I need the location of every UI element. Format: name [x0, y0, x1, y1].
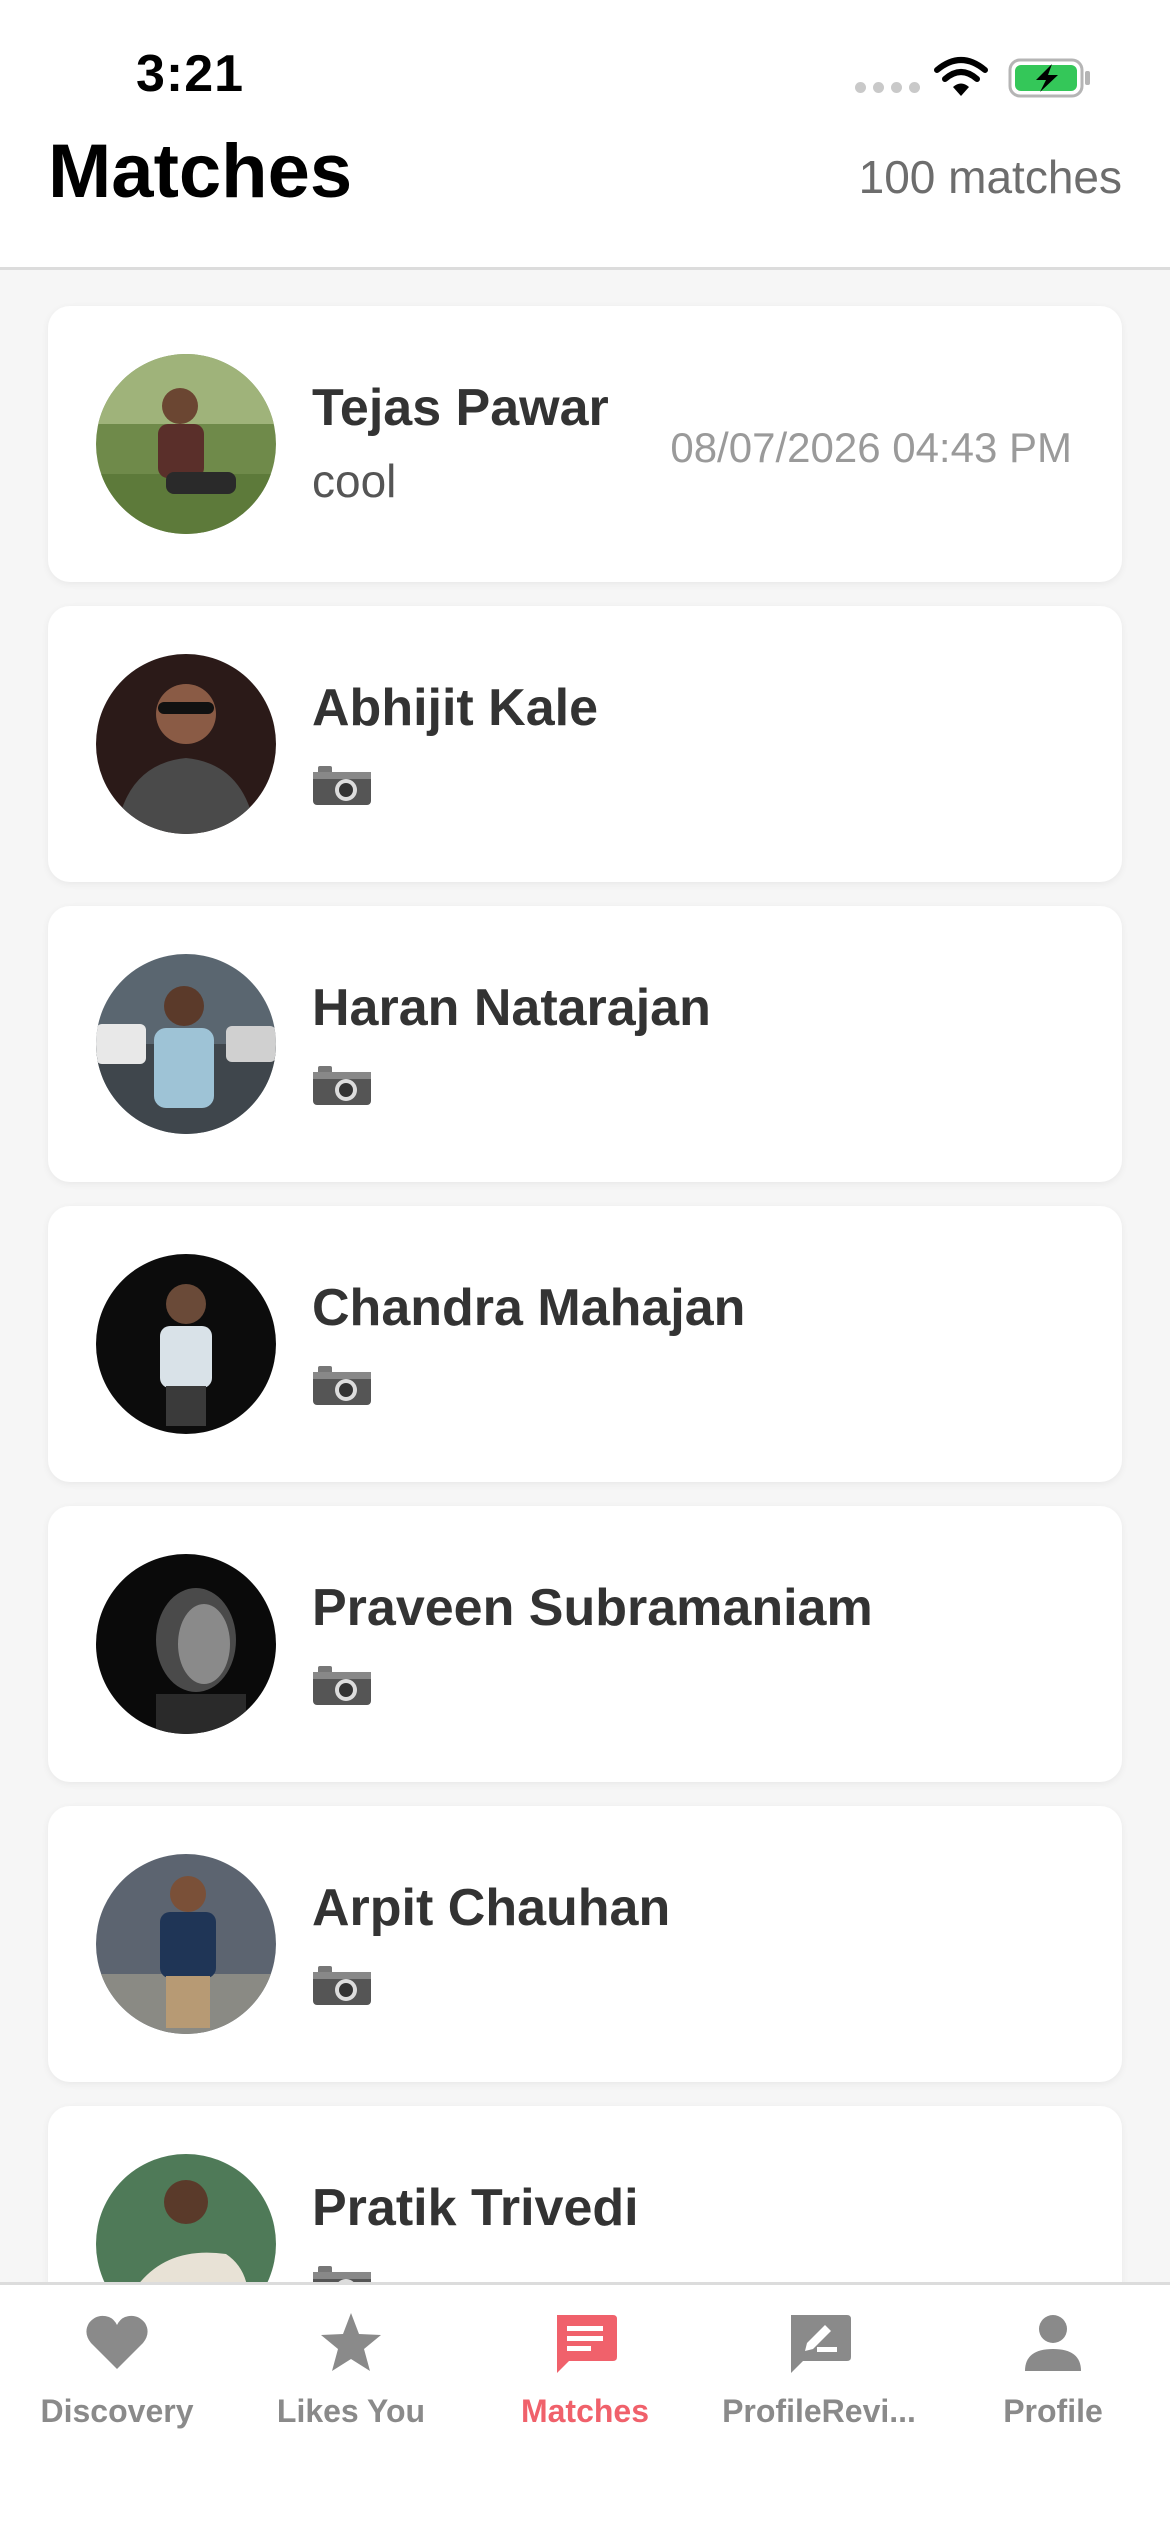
avatar — [96, 1254, 276, 1434]
match-list[interactable]: Tejas Pawar cool 08/07/2026 04:43 PM Abh… — [0, 270, 1170, 2282]
tab-matches[interactable]: Matches — [468, 2285, 702, 2465]
page-title: Matches — [48, 129, 353, 214]
tab-profile[interactable]: Profile — [936, 2285, 1170, 2465]
heart-icon — [86, 2315, 148, 2369]
message-timestamp: 08/07/2026 04:43 PM — [670, 424, 1072, 471]
tab-bar: Discovery Likes You Matches ProfileRevi.… — [0, 2282, 1170, 2532]
avatar — [96, 654, 276, 834]
match-card[interactable]: Haran Natarajan — [48, 906, 1122, 1182]
camera-icon — [313, 1666, 371, 1705]
tab-label: Profile — [1003, 2393, 1103, 2429]
tab-label: Discovery — [40, 2393, 194, 2429]
camera-icon — [313, 1966, 371, 2005]
match-name: Abhijit Kale — [312, 679, 599, 737]
tab-discovery[interactable]: Discovery — [0, 2285, 234, 2465]
camera-icon — [313, 1066, 371, 1105]
camera-icon — [313, 766, 371, 805]
tab-label: Matches — [520, 2393, 650, 2429]
last-message: cool — [312, 455, 397, 507]
match-card[interactable]: Arpit Chauhan — [48, 1806, 1122, 2082]
match-card[interactable]: Chandra Mahajan — [48, 1206, 1122, 1482]
person-icon — [1025, 2315, 1081, 2371]
avatar — [96, 1554, 276, 1734]
tab-profile-review[interactable]: ProfileRevi... — [702, 2285, 936, 2465]
matches-screen: 3:21 Matches 100 matches Tejas Pawar coo… — [0, 0, 1170, 2532]
edit-icon — [791, 2315, 851, 2373]
avatar — [96, 2154, 276, 2282]
match-name: Arpit Chauhan — [312, 1879, 671, 1937]
match-card[interactable]: Tejas Pawar cool 08/07/2026 04:43 PM — [48, 306, 1122, 582]
match-card[interactable]: Praveen Subramaniam — [48, 1506, 1122, 1782]
match-name: Pratik Trivedi — [312, 2179, 639, 2237]
match-name: Tejas Pawar — [312, 379, 609, 437]
status-bar: 3:21 — [0, 0, 1170, 130]
match-count: 100 matches — [858, 151, 1122, 203]
camera-icon — [313, 2266, 371, 2282]
match-card[interactable]: Pratik Trivedi — [48, 2106, 1122, 2282]
wifi-icon — [934, 57, 988, 96]
signal-icon — [855, 82, 920, 93]
match-name: Chandra Mahajan — [312, 1279, 746, 1337]
chat-icon — [557, 2315, 617, 2373]
tab-label: Likes You — [276, 2393, 426, 2429]
match-name: Praveen Subramaniam — [312, 1579, 873, 1637]
tab-likes-you[interactable]: Likes You — [234, 2285, 468, 2465]
avatar — [96, 1854, 276, 2034]
star-icon — [321, 2313, 381, 2371]
status-time: 3:21 — [136, 45, 245, 103]
match-card[interactable]: Abhijit Kale — [48, 606, 1122, 882]
battery-charging-icon — [1008, 58, 1090, 98]
avatar — [96, 354, 276, 534]
avatar — [96, 954, 276, 1134]
camera-icon — [313, 1366, 371, 1405]
match-name: Haran Natarajan — [312, 979, 711, 1037]
tab-label: ProfileRevi... — [722, 2393, 916, 2429]
